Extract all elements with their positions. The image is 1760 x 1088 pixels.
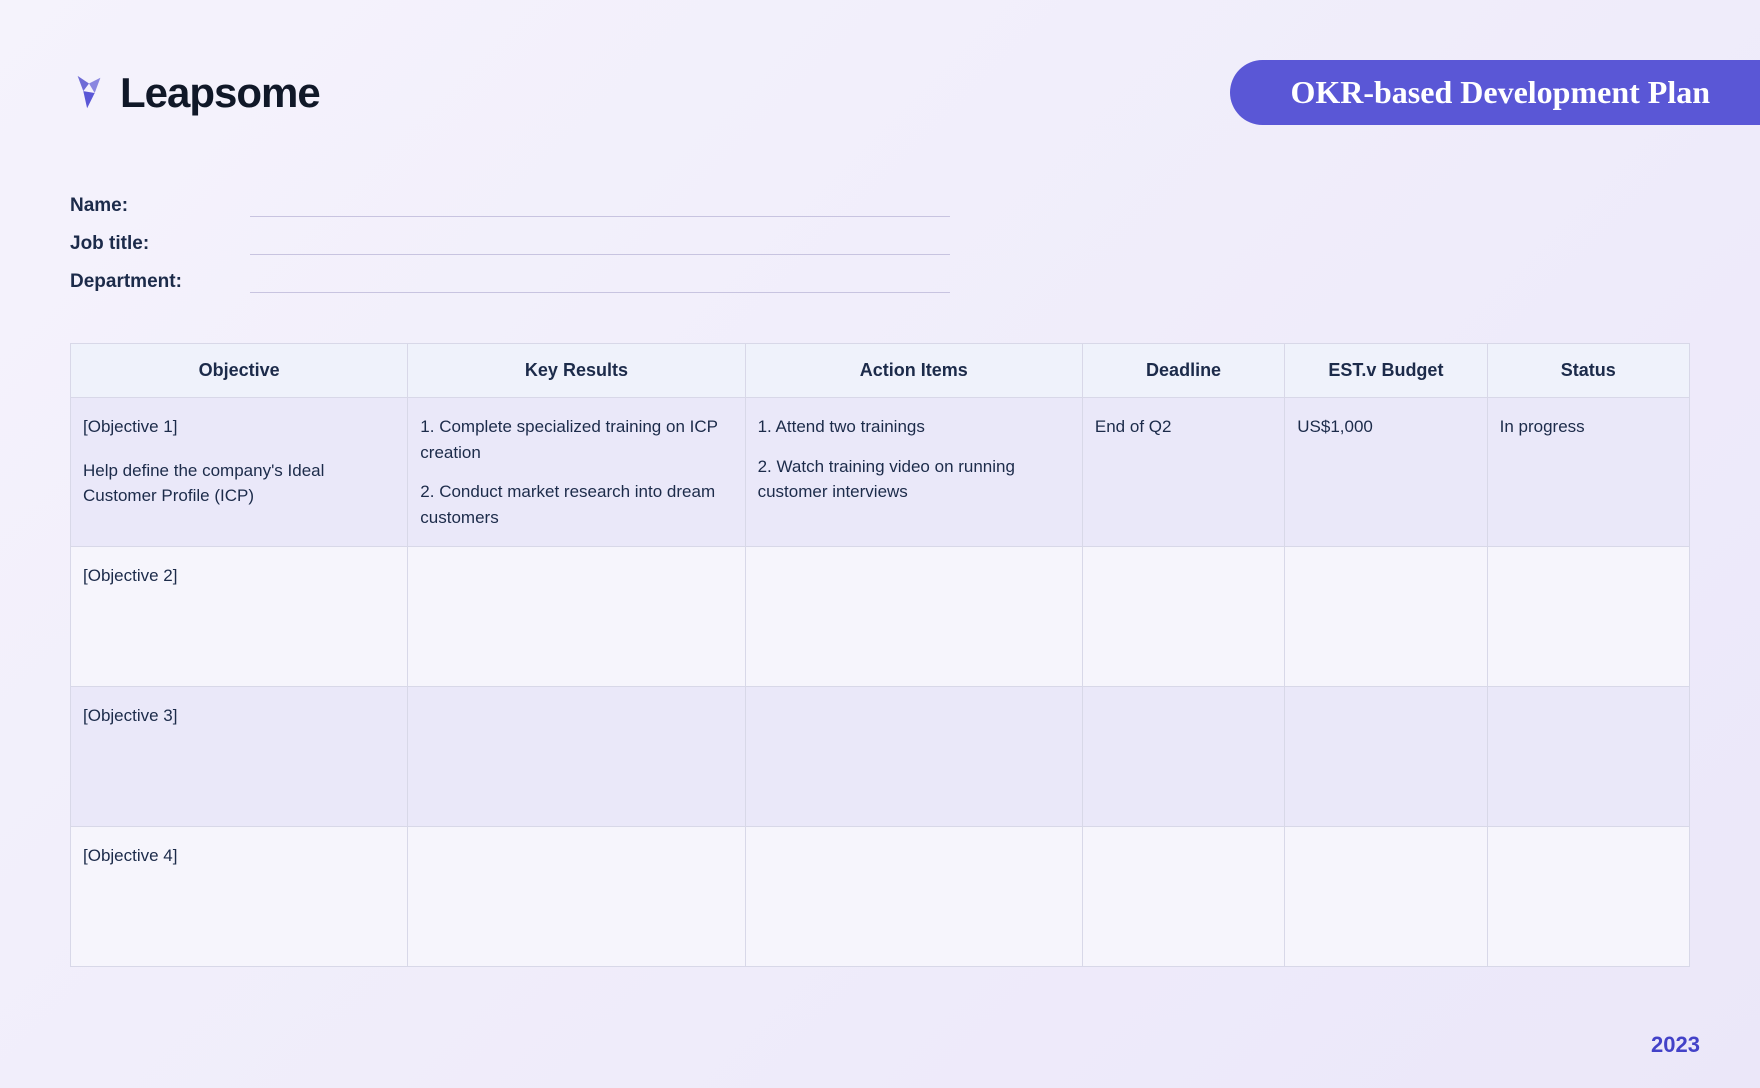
job-title-label: Job title:: [70, 233, 250, 255]
cell-key-results[interactable]: [408, 547, 745, 687]
name-label: Name:: [70, 195, 250, 217]
department-input-line[interactable]: [250, 271, 950, 293]
table-header-row: Objective Key Results Action Items Deadl…: [71, 344, 1690, 398]
header-key-results: Key Results: [408, 344, 745, 398]
department-field-row: Department:: [70, 271, 1690, 293]
cell-status[interactable]: In progress: [1487, 398, 1689, 547]
cell-objective[interactable]: [Objective 2]: [71, 547, 408, 687]
action-item-1: 1. Attend two trainings: [758, 414, 1070, 440]
cell-budget[interactable]: US$1,000: [1285, 398, 1487, 547]
logo: Leapsome: [70, 69, 320, 117]
objective-title: [Objective 4]: [83, 843, 395, 869]
cell-budget[interactable]: [1285, 687, 1487, 827]
cell-deadline[interactable]: [1082, 827, 1284, 967]
key-result-1: 1. Complete specialized training on ICP …: [420, 414, 732, 465]
logo-text: Leapsome: [120, 69, 320, 117]
footer-year: 2023: [1651, 1032, 1700, 1058]
cell-budget[interactable]: [1285, 547, 1487, 687]
objective-desc: Help define the company's Ideal Customer…: [83, 458, 395, 509]
cell-objective[interactable]: [Objective 4]: [71, 827, 408, 967]
cell-status[interactable]: [1487, 547, 1689, 687]
objective-title: [Objective 1]: [83, 414, 395, 440]
header-budget: EST.v Budget: [1285, 344, 1487, 398]
cell-action-items[interactable]: [745, 827, 1082, 967]
cell-objective[interactable]: [Objective 1] Help define the company's …: [71, 398, 408, 547]
cell-status[interactable]: [1487, 687, 1689, 827]
objective-title: [Objective 2]: [83, 563, 395, 589]
job-title-field-row: Job title:: [70, 233, 1690, 255]
objective-title: [Objective 3]: [83, 703, 395, 729]
cell-action-items[interactable]: [745, 687, 1082, 827]
cell-action-items[interactable]: 1. Attend two trainings 2. Watch trainin…: [745, 398, 1082, 547]
cell-deadline[interactable]: End of Q2: [1082, 398, 1284, 547]
header-action-items: Action Items: [745, 344, 1082, 398]
table-row: [Objective 4]: [71, 827, 1690, 967]
cell-status[interactable]: [1487, 827, 1689, 967]
name-input-line[interactable]: [250, 195, 950, 217]
cell-key-results[interactable]: [408, 687, 745, 827]
cell-key-results[interactable]: [408, 827, 745, 967]
info-fields: Name: Job title: Department:: [70, 195, 1690, 293]
action-item-2: 2. Watch training video on running custo…: [758, 454, 1070, 505]
header-deadline: Deadline: [1082, 344, 1284, 398]
table-row: [Objective 2]: [71, 547, 1690, 687]
key-result-2: 2. Conduct market research into dream cu…: [420, 479, 732, 530]
name-field-row: Name:: [70, 195, 1690, 217]
leapsome-logo-icon: [70, 74, 108, 112]
department-label: Department:: [70, 271, 250, 293]
cell-action-items[interactable]: [745, 547, 1082, 687]
document-title: OKR-based Development Plan: [1230, 60, 1760, 125]
okr-table: Objective Key Results Action Items Deadl…: [70, 343, 1690, 967]
header: Leapsome OKR-based Development Plan: [70, 60, 1690, 125]
cell-budget[interactable]: [1285, 827, 1487, 967]
header-objective: Objective: [71, 344, 408, 398]
cell-key-results[interactable]: 1. Complete specialized training on ICP …: [408, 398, 745, 547]
table-row: [Objective 3]: [71, 687, 1690, 827]
job-title-input-line[interactable]: [250, 233, 950, 255]
header-status: Status: [1487, 344, 1689, 398]
cell-objective[interactable]: [Objective 3]: [71, 687, 408, 827]
cell-deadline[interactable]: [1082, 687, 1284, 827]
cell-deadline[interactable]: [1082, 547, 1284, 687]
table-row: [Objective 1] Help define the company's …: [71, 398, 1690, 547]
